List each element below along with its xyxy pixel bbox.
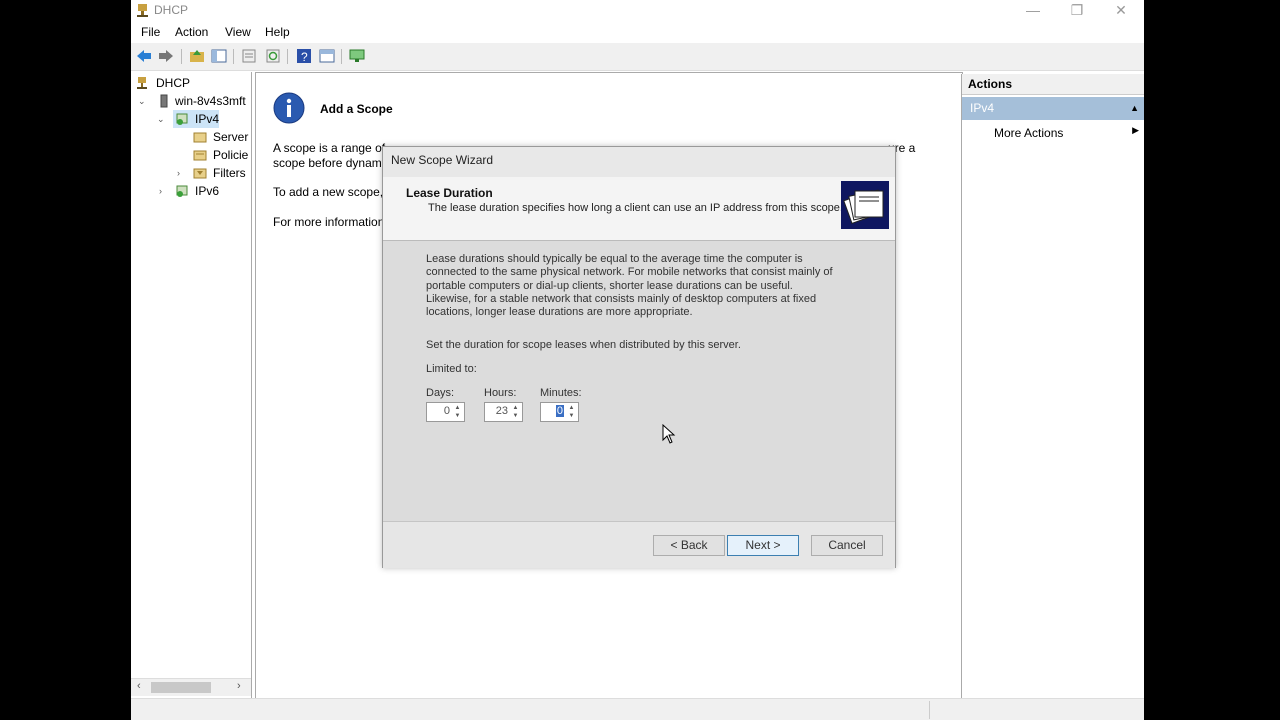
refresh-icon[interactable] (265, 48, 281, 64)
menu-view[interactable]: View (225, 25, 251, 39)
scroll-right-icon[interactable]: › (237, 680, 241, 692)
wizard-body: Lease durations should typically be equa… (383, 241, 895, 521)
chevron-down-icon[interactable]: ⌄ (138, 92, 146, 110)
scroll-thumb[interactable] (151, 682, 211, 693)
dhcp-app-icon (137, 4, 148, 17)
scroll-left-icon[interactable]: ‹ (137, 680, 141, 692)
monitor-icon[interactable] (349, 48, 365, 64)
info-icon (273, 92, 305, 124)
minutes-label: Minutes: (540, 387, 582, 399)
hours-label: Hours: (484, 387, 517, 399)
hours-stepper[interactable]: 23 ▲ ▼ (484, 402, 523, 422)
actions-section-ipv4[interactable]: IPv4 ▲ (962, 97, 1144, 120)
filters-icon (193, 168, 207, 179)
wizard-folders-icon (841, 181, 889, 229)
console-tree: DHCP ⌄ win-8v4s3mft ⌄ IPv4 Server Polici… (131, 72, 252, 700)
chevron-down-icon[interactable]: ⌄ (157, 110, 165, 128)
back-button[interactable]: < Back (653, 535, 725, 556)
cancel-button[interactable]: Cancel (811, 535, 883, 556)
status-bar (131, 698, 1144, 720)
toolbar: ? (131, 43, 1144, 71)
lease-duration-subtitle: The lease duration specifies how long a … (428, 202, 843, 214)
close-button[interactable]: ✕ (1099, 0, 1143, 22)
wizard-header: Lease Duration The lease duration specif… (383, 177, 895, 241)
spin-arrows-icon[interactable]: ▲ ▼ (452, 404, 463, 420)
menu-action[interactable]: Action (175, 25, 208, 39)
svg-text:?: ? (301, 50, 308, 64)
add-scope-heading: Add a Scope (320, 102, 393, 116)
show-hide-tree-icon[interactable] (211, 48, 227, 64)
action-pane-icon[interactable] (319, 48, 335, 64)
server-icon (160, 94, 168, 108)
actions-title: Actions (962, 74, 1144, 95)
limited-to-label: Limited to: (426, 363, 477, 375)
hours-value: 23 (495, 405, 508, 417)
window-title: DHCP (154, 3, 189, 17)
next-button[interactable]: Next > (727, 535, 799, 556)
back-arrow-icon[interactable] (136, 48, 152, 64)
days-value: 0 (443, 405, 450, 417)
ipv4-icon (176, 113, 188, 125)
description-line1: Lease durations should typically be equa… (426, 253, 803, 265)
menu-help[interactable]: Help (265, 25, 290, 39)
minutes-value: 0 (555, 405, 564, 417)
wizard-title: New Scope Wizard (391, 153, 494, 167)
intro-text-line1: A scope is a range of (273, 141, 386, 155)
days-stepper[interactable]: 0 ▲ ▼ (426, 402, 465, 422)
description-line2: connected to the same physical network. … (426, 266, 833, 279)
days-label: Days: (426, 387, 455, 399)
restore-button[interactable]: ❐ (1055, 0, 1099, 22)
properties-icon[interactable] (241, 48, 257, 64)
forward-arrow-icon[interactable] (158, 48, 174, 64)
more-info-text: For more information (273, 215, 385, 229)
title-bar: DHCP — ❐ ✕ (131, 0, 1144, 22)
intro-text-line2: scope before dynami (273, 156, 385, 170)
ipv6-icon (176, 185, 188, 197)
dhcp-trophy-icon (137, 77, 147, 89)
minimize-button[interactable]: — (1011, 0, 1055, 22)
mouse-cursor-icon (662, 424, 676, 444)
policies-icon (193, 150, 207, 161)
description-line5: locations, longer lease durations are mo… (426, 306, 693, 319)
add-scope-text: To add a new scope, (273, 185, 384, 199)
set-duration-text: Set the duration for scope leases when d… (426, 339, 741, 351)
actions-pane: Actions IPv4 ▲ More Actions ▶ (961, 74, 1144, 698)
more-actions-item[interactable]: More Actions ▶ (962, 123, 1144, 143)
collapse-up-icon[interactable]: ▲ (1130, 97, 1139, 120)
lease-duration-title: Lease Duration (406, 186, 493, 200)
up-folder-icon[interactable] (189, 48, 205, 64)
tree-item-server[interactable]: ⌄ win-8v4s3mft (135, 92, 251, 110)
submenu-arrow-icon: ▶ (1132, 125, 1139, 135)
chevron-right-icon[interactable]: › (159, 182, 162, 200)
spin-arrows-icon[interactable]: ▲ ▼ (566, 404, 577, 420)
help-icon[interactable]: ? (296, 48, 312, 64)
description-line3: portable computers or dial-up clients, s… (426, 279, 793, 292)
tree-horizontal-scrollbar[interactable]: ‹ › (131, 678, 251, 696)
chevron-right-icon[interactable]: › (177, 164, 180, 182)
description-line4: Likewise, for a stable network that cons… (426, 292, 817, 305)
menu-bar: File Action View Help (131, 22, 1144, 43)
server-options-icon (193, 132, 207, 143)
spin-arrows-icon[interactable]: ▲ ▼ (510, 404, 521, 420)
new-scope-wizard-dialog: New Scope Wizard Lease Duration The leas… (382, 146, 896, 568)
menu-file[interactable]: File (141, 25, 160, 39)
minutes-stepper[interactable]: 0 ▲ ▼ (540, 402, 579, 422)
